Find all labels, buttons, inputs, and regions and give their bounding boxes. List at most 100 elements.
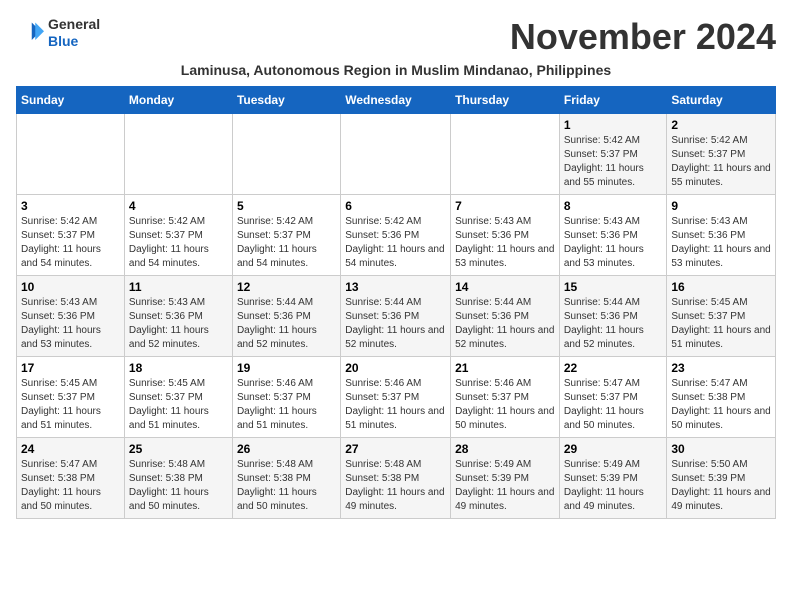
day-info: Sunrise: 5:42 AM Sunset: 5:36 PM Dayligh… <box>345 215 446 271</box>
calendar-cell: 14 Sunrise: 5:44 AM Sunset: 5:36 PM Dayli… <box>451 276 560 357</box>
day-number: 7 <box>455 199 555 213</box>
calendar-cell: 5 Sunrise: 5:42 AM Sunset: 5:37 PM Daylig… <box>232 195 340 276</box>
calendar-cell: 20 Sunrise: 5:46 AM Sunset: 5:37 PM Dayli… <box>341 357 451 438</box>
calendar-cell: 10 Sunrise: 5:43 AM Sunset: 5:36 PM Dayli… <box>17 276 125 357</box>
calendar-cell: 1Sunrise: 5:42 AM Sunset: 5:37 PM Daylig… <box>559 114 667 195</box>
day-info: Sunrise: 5:49 AM Sunset: 5:39 PM Dayligh… <box>564 458 663 514</box>
day-info: Sunrise: 5:43 AM Sunset: 5:36 PM Dayligh… <box>564 215 663 271</box>
day-number: 9 <box>671 199 771 213</box>
day-info: Sunrise: 5:44 AM Sunset: 5:36 PM Dayligh… <box>237 296 336 352</box>
day-info: Sunrise: 5:45 AM Sunset: 5:37 PM Dayligh… <box>671 296 771 352</box>
calendar-cell: 2 Sunrise: 5:42 AM Sunset: 5:37 PM Daylig… <box>667 114 776 195</box>
day-info: Sunrise: 5:43 AM Sunset: 5:36 PM Dayligh… <box>21 296 120 352</box>
calendar-cell: 22 Sunrise: 5:47 AM Sunset: 5:37 PM Dayli… <box>559 357 667 438</box>
weekday-header-monday: Monday <box>124 87 232 114</box>
day-number: 20 <box>345 361 446 375</box>
day-info: Sunrise: 5:45 AM Sunset: 5:37 PM Dayligh… <box>21 377 120 433</box>
month-title: November 2024 <box>510 16 776 58</box>
calendar-cell: 13 Sunrise: 5:44 AM Sunset: 5:36 PM Dayli… <box>341 276 451 357</box>
calendar-cell: 17 Sunrise: 5:45 AM Sunset: 5:37 PM Dayli… <box>17 357 125 438</box>
calendar-cell: 29 Sunrise: 5:49 AM Sunset: 5:39 PM Dayli… <box>559 438 667 519</box>
day-info: Sunrise: 5:45 AM Sunset: 5:37 PM Dayligh… <box>129 377 228 433</box>
day-number: 3 <box>21 199 120 213</box>
page-header: General Blue November 2024 <box>16 16 776 58</box>
day-number: 14 <box>455 280 555 294</box>
day-number: 13 <box>345 280 446 294</box>
weekday-header-sunday: Sunday <box>17 87 125 114</box>
day-number: 25 <box>129 442 228 456</box>
weekday-header-thursday: Thursday <box>451 87 560 114</box>
day-info: Sunrise: 5:44 AM Sunset: 5:36 PM Dayligh… <box>455 296 555 352</box>
day-number: 15 <box>564 280 663 294</box>
day-number: 17 <box>21 361 120 375</box>
day-number: 27 <box>345 442 446 456</box>
calendar-table: SundayMondayTuesdayWednesdayThursdayFrid… <box>16 86 776 519</box>
day-info: Sunrise: 5:44 AM Sunset: 5:36 PM Dayligh… <box>345 296 446 352</box>
day-info: Sunrise: 5:42 AM Sunset: 5:37 PM Dayligh… <box>129 215 228 271</box>
day-info: Sunrise: 5:42 AM Sunset: 5:37 PM Dayligh… <box>564 134 663 190</box>
calendar-cell <box>124 114 232 195</box>
calendar-cell: 4 Sunrise: 5:42 AM Sunset: 5:37 PM Daylig… <box>124 195 232 276</box>
day-number: 23 <box>671 361 771 375</box>
weekday-header-friday: Friday <box>559 87 667 114</box>
calendar-cell: 18Sunrise: 5:45 AM Sunset: 5:37 PM Dayli… <box>124 357 232 438</box>
day-info: Sunrise: 5:49 AM Sunset: 5:39 PM Dayligh… <box>455 458 555 514</box>
calendar-cell <box>17 114 125 195</box>
day-info: Sunrise: 5:47 AM Sunset: 5:38 PM Dayligh… <box>21 458 120 514</box>
day-info: Sunrise: 5:43 AM Sunset: 5:36 PM Dayligh… <box>129 296 228 352</box>
day-info: Sunrise: 5:48 AM Sunset: 5:38 PM Dayligh… <box>237 458 336 514</box>
day-info: Sunrise: 5:42 AM Sunset: 5:37 PM Dayligh… <box>21 215 120 271</box>
day-info: Sunrise: 5:44 AM Sunset: 5:36 PM Dayligh… <box>564 296 663 352</box>
calendar-cell <box>341 114 451 195</box>
day-info: Sunrise: 5:43 AM Sunset: 5:36 PM Dayligh… <box>671 215 771 271</box>
day-number: 11 <box>129 280 228 294</box>
calendar-cell: 27 Sunrise: 5:48 AM Sunset: 5:38 PM Dayli… <box>341 438 451 519</box>
day-info: Sunrise: 5:46 AM Sunset: 5:37 PM Dayligh… <box>345 377 446 433</box>
day-number: 28 <box>455 442 555 456</box>
calendar-cell: 19Sunrise: 5:46 AM Sunset: 5:37 PM Dayli… <box>232 357 340 438</box>
calendar-cell: 3 Sunrise: 5:42 AM Sunset: 5:37 PM Daylig… <box>17 195 125 276</box>
day-info: Sunrise: 5:43 AM Sunset: 5:36 PM Dayligh… <box>455 215 555 271</box>
day-info: Sunrise: 5:42 AM Sunset: 5:37 PM Dayligh… <box>237 215 336 271</box>
day-number: 16 <box>671 280 771 294</box>
day-number: 21 <box>455 361 555 375</box>
day-number: 5 <box>237 199 336 213</box>
calendar-cell: 16 Sunrise: 5:45 AM Sunset: 5:37 PM Dayli… <box>667 276 776 357</box>
calendar-cell: 9 Sunrise: 5:43 AM Sunset: 5:36 PM Daylig… <box>667 195 776 276</box>
day-number: 6 <box>345 199 446 213</box>
day-number: 26 <box>237 442 336 456</box>
logo-text: General Blue <box>48 16 100 50</box>
day-number: 29 <box>564 442 663 456</box>
calendar-cell: 28 Sunrise: 5:49 AM Sunset: 5:39 PM Dayli… <box>451 438 560 519</box>
calendar-cell: 21 Sunrise: 5:46 AM Sunset: 5:37 PM Dayli… <box>451 357 560 438</box>
calendar-cell: 11 Sunrise: 5:43 AM Sunset: 5:36 PM Dayli… <box>124 276 232 357</box>
day-number: 2 <box>671 118 771 132</box>
calendar-subtitle: Laminusa, Autonomous Region in Muslim Mi… <box>16 62 776 78</box>
calendar-cell: 30Sunrise: 5:50 AM Sunset: 5:39 PM Dayli… <box>667 438 776 519</box>
day-info: Sunrise: 5:47 AM Sunset: 5:38 PM Dayligh… <box>671 377 771 433</box>
calendar-cell: 7 Sunrise: 5:43 AM Sunset: 5:36 PM Daylig… <box>451 195 560 276</box>
calendar-cell: 23 Sunrise: 5:47 AM Sunset: 5:38 PM Dayli… <box>667 357 776 438</box>
calendar-cell: 6 Sunrise: 5:42 AM Sunset: 5:36 PM Daylig… <box>341 195 451 276</box>
calendar-cell: 26 Sunrise: 5:48 AM Sunset: 5:38 PM Dayli… <box>232 438 340 519</box>
day-info: Sunrise: 5:47 AM Sunset: 5:37 PM Dayligh… <box>564 377 663 433</box>
logo: General Blue <box>16 16 100 50</box>
day-number: 22 <box>564 361 663 375</box>
day-number: 4 <box>129 199 228 213</box>
weekday-header-saturday: Saturday <box>667 87 776 114</box>
day-number: 8 <box>564 199 663 213</box>
calendar-cell: 8 Sunrise: 5:43 AM Sunset: 5:36 PM Daylig… <box>559 195 667 276</box>
day-info: Sunrise: 5:42 AM Sunset: 5:37 PM Dayligh… <box>671 134 771 190</box>
calendar-cell <box>451 114 560 195</box>
day-number: 10 <box>21 280 120 294</box>
day-info: Sunrise: 5:48 AM Sunset: 5:38 PM Dayligh… <box>345 458 446 514</box>
calendar-cell <box>232 114 340 195</box>
day-info: Sunrise: 5:46 AM Sunset: 5:37 PM Dayligh… <box>455 377 555 433</box>
calendar-cell: 15 Sunrise: 5:44 AM Sunset: 5:36 PM Dayli… <box>559 276 667 357</box>
logo-icon <box>16 19 44 47</box>
day-info: Sunrise: 5:48 AM Sunset: 5:38 PM Dayligh… <box>129 458 228 514</box>
weekday-header-wednesday: Wednesday <box>341 87 451 114</box>
day-number: 12 <box>237 280 336 294</box>
day-info: Sunrise: 5:46 AM Sunset: 5:37 PM Dayligh… <box>237 377 336 433</box>
day-number: 30 <box>671 442 771 456</box>
